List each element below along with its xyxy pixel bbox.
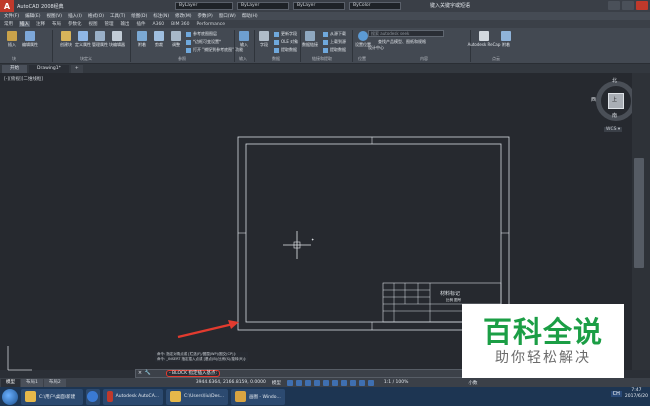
system-tray: CH 7:47 2017/6/20 [610, 388, 648, 400]
customize-icon[interactable]: 🔧 [144, 370, 152, 377]
command-line[interactable]: × 🔧 - BLOCK 指定插入基点: [135, 369, 465, 378]
coordinate-readout: 3944.6364, 2166.8159, 0.0000 [195, 380, 266, 385]
selection-cycling-icon[interactable] [358, 379, 365, 386]
close-command-icon[interactable]: × [136, 370, 144, 377]
command-history-line: 命令: _INSERT 指定插入点或 [基点(B)/比例(S)/旋转(R)]: [157, 357, 247, 361]
watermark: 百科全说 助你轻松解决 [462, 304, 624, 378]
annotation-arrow [177, 322, 234, 339]
drafting-toggles [286, 379, 374, 386]
app-icon [87, 391, 98, 402]
annotation-scale[interactable]: 1:1 / 100% [384, 380, 408, 385]
start-button[interactable] [2, 388, 18, 405]
autocad-icon [107, 391, 113, 402]
annotation-icon[interactable] [367, 379, 374, 386]
units-label[interactable]: 小数 [468, 380, 477, 386]
drawing-border-outer [237, 136, 510, 331]
watermark-subtitle: 助你轻松解决 [495, 350, 591, 366]
otrack-icon[interactable] [331, 379, 338, 386]
ortho-icon[interactable] [304, 379, 311, 386]
status-bar: 模型 布局1 布局2 3944.6364, 2166.8159, 0.0000 … [0, 378, 650, 387]
taskbar-item[interactable]: C:\Users\liu\Des... [166, 388, 228, 405]
title-block-mark: 比例 图号 [446, 297, 462, 302]
command-history: 命令: 指定对角点或 [栏选(F)/圈围(WP)/圈交(CP)]: 命令: _I… [155, 352, 249, 362]
grid-icon[interactable] [286, 379, 293, 386]
snap-icon[interactable] [295, 379, 302, 386]
cursor-glyph: ✦ [311, 237, 315, 242]
model-space-button[interactable]: 模型 [272, 380, 281, 386]
tab-layout1[interactable]: 布局1 [21, 378, 43, 387]
folder-icon [170, 391, 181, 402]
title-block-title: 材料标记 [440, 290, 460, 297]
drawing-border-inner [245, 143, 502, 323]
paint-icon [235, 391, 246, 402]
polar-icon[interactable] [313, 379, 320, 386]
annotation-arrowhead [228, 320, 239, 329]
tab-layout2[interactable]: 布局2 [43, 378, 66, 387]
folder-icon [25, 391, 36, 402]
lineweight-icon[interactable] [340, 379, 347, 386]
osnap-icon[interactable] [322, 379, 329, 386]
language-indicator[interactable]: CH [610, 391, 622, 397]
command-prompt[interactable]: - BLOCK 指定插入基点: [166, 370, 221, 377]
watermark-title: 百科全说 [482, 315, 603, 349]
taskbar-item[interactable]: 画图 - Windo... [231, 388, 285, 405]
transparency-icon[interactable] [349, 379, 356, 386]
taskbar-item[interactable] [86, 388, 100, 405]
windows-taskbar: C:\用户\桌面\新建 Autodesk AutoCA... C:\Users\… [0, 387, 650, 406]
tab-model[interactable]: 模型 [1, 378, 20, 387]
taskbar-item[interactable]: Autodesk AutoCA... [103, 388, 163, 405]
taskbar-item[interactable]: C:\用户\桌面\新建 [21, 388, 83, 405]
clock[interactable]: 7:47 2017/6/20 [625, 388, 648, 400]
